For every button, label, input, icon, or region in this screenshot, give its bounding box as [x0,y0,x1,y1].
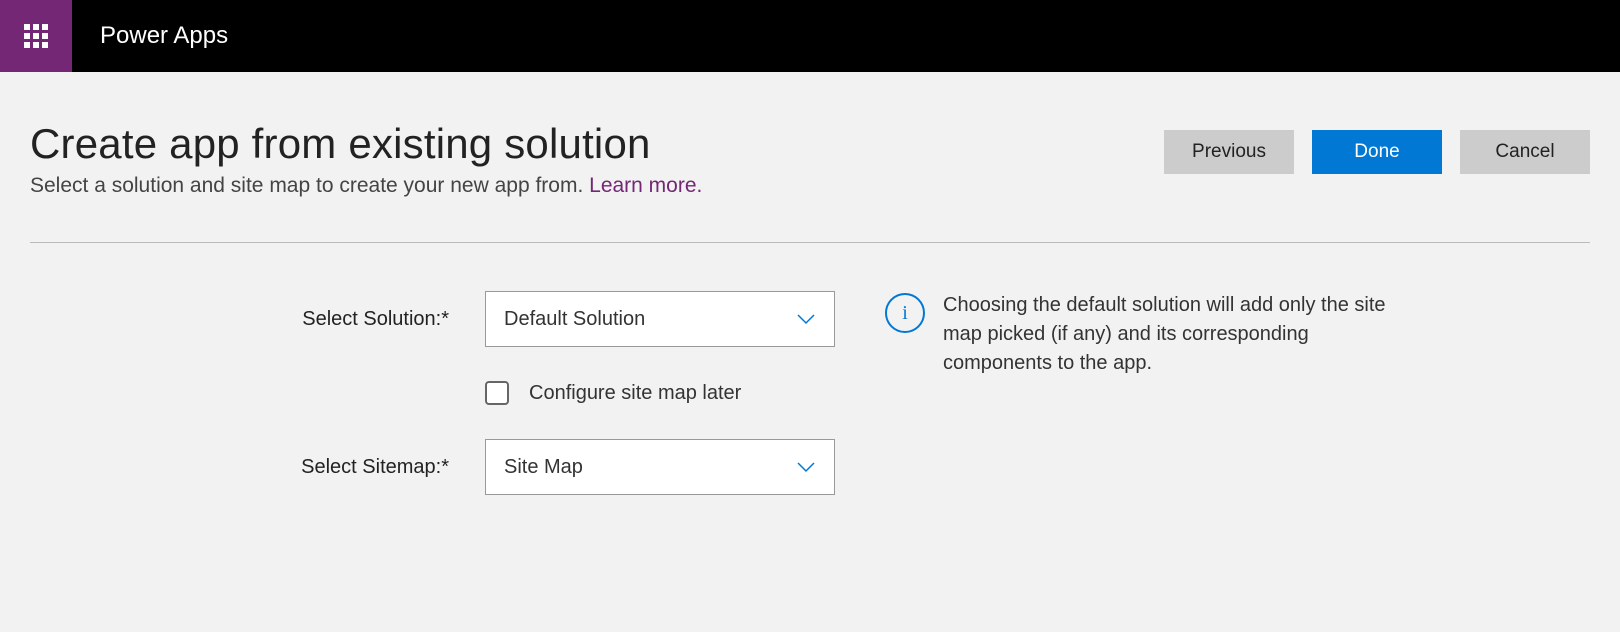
app-launcher-button[interactable] [0,0,72,72]
button-row: Previous Done Cancel [1164,130,1590,174]
cancel-button[interactable]: Cancel [1460,130,1590,174]
configure-site-map-later-checkbox[interactable] [485,381,509,405]
title-block: Create app from existing solution Select… [30,120,702,198]
done-button[interactable]: Done [1312,130,1442,174]
select-solution-label: Select Solution:* [302,308,449,331]
chevron-down-icon [796,461,816,473]
content-area: Create app from existing solution Select… [0,72,1620,495]
select-solution-value: Default Solution [504,308,645,331]
info-column: i Choosing the default solution will add… [885,291,1590,495]
previous-button[interactable]: Previous [1164,130,1294,174]
header-row: Create app from existing solution Select… [30,120,1590,198]
configure-site-map-later-label: Configure site map later [529,382,741,405]
form-area: Select Solution:* Default Solution [30,291,1590,495]
learn-more-link[interactable]: Learn more. [589,174,702,197]
select-solution-dropdown[interactable]: Default Solution [485,291,835,347]
app-title: Power Apps [100,22,228,50]
chevron-down-icon [796,313,816,325]
select-sitemap-label: Select Sitemap:* [301,456,449,479]
solution-row: Select Solution:* Default Solution [30,291,885,347]
select-sitemap-dropdown[interactable]: Site Map [485,439,835,495]
sitemap-row: Select Sitemap:* Site Map [30,439,885,495]
subtitle-text: Select a solution and site map to create… [30,174,589,197]
select-sitemap-value: Site Map [504,456,583,479]
info-icon: i [885,293,925,333]
divider [30,242,1590,243]
info-text: Choosing the default solution will add o… [943,291,1423,378]
configure-later-row: Configure site map later [30,347,885,405]
page-subtitle: Select a solution and site map to create… [30,174,702,198]
waffle-icon [24,24,48,48]
topbar: Power Apps [0,0,1620,72]
page-title: Create app from existing solution [30,120,702,168]
